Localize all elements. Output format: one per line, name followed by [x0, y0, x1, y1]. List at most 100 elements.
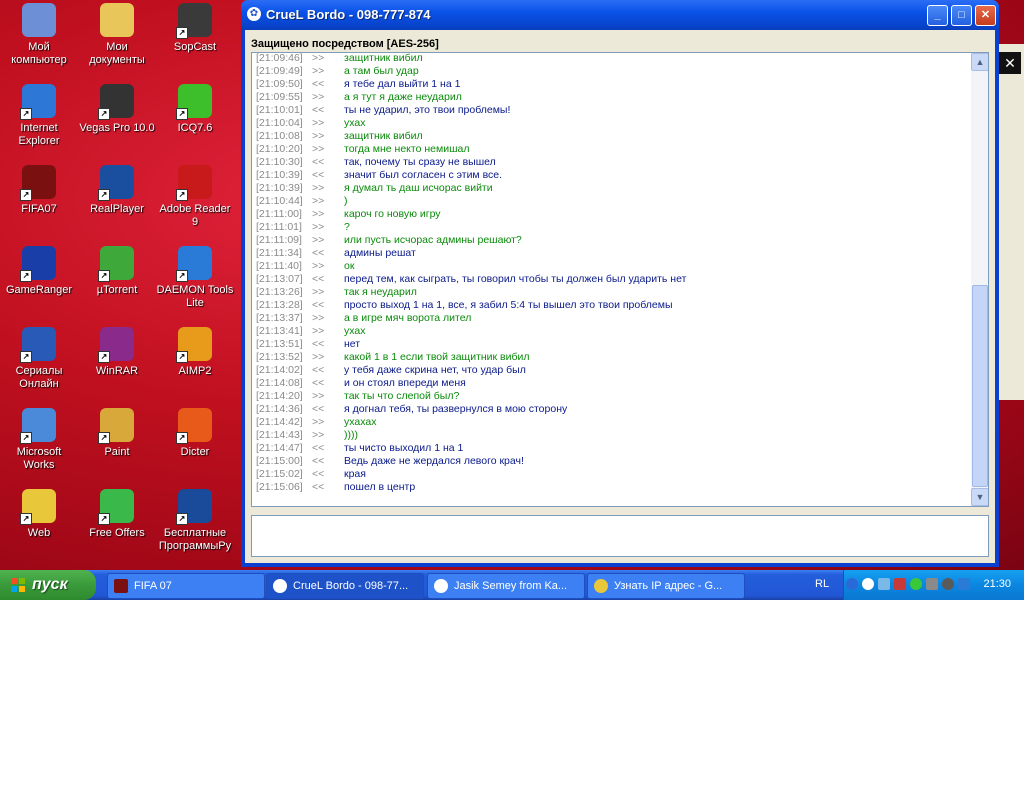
shortcut-label: Vegas Pro 10.0 [79, 122, 155, 134]
shortcut-arrow-icon: ↗ [98, 432, 110, 444]
chevron-left-icon[interactable] [846, 578, 858, 590]
message-direction: << [312, 78, 325, 90]
desktop-shortcut[interactable]: ↗ ICQ7.6 [156, 84, 234, 135]
desktop-shortcut[interactable]: ↗ µTorrent [78, 246, 156, 297]
message-timestamp: [21:11:00] [256, 208, 302, 220]
desktop-shortcut[interactable]: ↗ Vegas Pro 10.0 [78, 84, 156, 135]
message-direction: >> [312, 65, 325, 77]
shortcut-arrow-icon: ↗ [20, 513, 32, 525]
chat-message: [21:14:42] >> ухахах [252, 416, 970, 429]
shortcut-arrow-icon: ↗ [20, 189, 32, 201]
network-icon[interactable] [878, 578, 890, 590]
desktop-shortcut[interactable]: ↗ WinRAR [78, 327, 156, 378]
message-text: а в игре мяч ворота лител [344, 312, 472, 324]
scroll-up-icon[interactable]: ▲ [971, 53, 988, 71]
background-window-fragment[interactable]: ✕ [998, 44, 1024, 400]
message-timestamp: [21:11:09] [256, 234, 302, 246]
icq-tray-icon[interactable] [910, 578, 922, 590]
taskbar-button-label: FIFA 07 [134, 580, 172, 592]
minimize-button[interactable]: _ [927, 5, 948, 26]
taskbar-button[interactable]: Узнать IP адрес - G... [587, 573, 745, 599]
taskbar-button[interactable]: CrueL Bordo - 098-77... [266, 573, 424, 599]
language-indicator[interactable]: RL [815, 578, 829, 590]
dicter-icon: ↗ [176, 408, 212, 444]
taskbar-button[interactable]: FIFA 07 [107, 573, 265, 599]
clock[interactable]: 21:30 [983, 578, 1011, 590]
gift-icon: ↗ [98, 489, 134, 525]
desktop-shortcut[interactable]: ↗ GameRanger [0, 246, 78, 297]
shortcut-label: Adobe Reader 9 [159, 203, 231, 228]
message-direction: << [312, 377, 325, 389]
shortcut-label: µTorrent [96, 284, 138, 296]
message-text: ок [344, 260, 355, 272]
desktop-shortcut[interactable]: ↗ Adobe Reader 9 [156, 165, 234, 229]
taskbar-button-label: CrueL Bordo - 098-77... [293, 580, 409, 592]
desktop-shortcut[interactable]: ↗ Бесплатные ПрограммыРу [156, 489, 234, 553]
message-timestamp: [21:14:43] [256, 429, 303, 441]
shortcut-label: GameRanger [5, 284, 73, 296]
safely-remove-icon[interactable] [958, 578, 970, 590]
scroll-thumb[interactable] [972, 285, 988, 487]
message-text: Ведь даже не жердался левого крач! [344, 455, 524, 467]
chat-message: [21:13:26] >> так я неударил [252, 286, 970, 299]
desktop-shortcut[interactable]: ↗ Сериалы Онлайн [0, 327, 78, 391]
vegas-pro-icon: ↗ [98, 84, 134, 120]
message-direction: << [312, 481, 325, 493]
close-icon[interactable]: ✕ [999, 52, 1021, 74]
desktop-shortcut[interactable]: Мои документы [78, 3, 156, 67]
maximize-button[interactable]: □ [951, 5, 972, 26]
encryption-label: Защищено посредством [AES-256] [251, 38, 439, 50]
desktop-shortcut[interactable]: ↗ SopCast [156, 3, 234, 54]
message-text: а я тут я даже неударил [344, 91, 462, 103]
chat-message: [21:14:02] << у тебя даже скрина нет, что … [252, 364, 970, 377]
shortcut-label: Мои документы [89, 41, 145, 66]
message-text: ) [344, 195, 348, 207]
close-button[interactable]: ✕ [975, 5, 996, 26]
desktop-shortcut[interactable]: ↗ Web [0, 489, 78, 540]
desktop-shortcut[interactable]: ↗ Microsoft Works [0, 408, 78, 472]
shortcut-label: WinRAR [95, 365, 139, 377]
vertical-scrollbar[interactable]: ▲ ▼ [971, 53, 988, 506]
monitor-icon[interactable] [926, 578, 938, 590]
message-direction: << [312, 468, 325, 480]
chat-message: [21:14:43] >>)))) [252, 429, 970, 442]
message-direction: >> [312, 221, 325, 233]
chat-message: [21:14:20] >> так ты что слепой был? [252, 390, 970, 403]
title-bar[interactable]: ✿ CrueL Bordo - 098-777-874 _ □ ✕ [241, 0, 999, 30]
desktop-shortcut[interactable]: ↗ Internet Explorer [0, 84, 78, 148]
message-direction: >> [312, 429, 325, 441]
scroll-down-icon[interactable]: ▼ [971, 488, 988, 506]
chat-message: [21:15:02] << края [252, 468, 970, 481]
volume-muted-icon[interactable] [894, 578, 906, 590]
winrar-icon: ↗ [98, 327, 134, 363]
chat-log[interactable]: [21:09:46] >> защитник вибил [21:09:49] >> а … [251, 52, 989, 507]
desktop-shortcut[interactable]: ↗ RealPlayer [78, 165, 156, 216]
taskbar-button[interactable]: Jasik Semey from Ka... [427, 573, 585, 599]
qip-icon [273, 579, 287, 593]
shortcut-arrow-icon: ↗ [20, 270, 32, 282]
message-text: админы решат [344, 247, 416, 259]
message-input[interactable] [251, 515, 989, 557]
desktop-shortcut[interactable]: ↗ Dicter [156, 408, 234, 459]
chat-message: [21:09:46] >> защитник вибил [252, 53, 970, 65]
tray-app-icon[interactable] [942, 578, 954, 590]
desktop-shortcut[interactable]: ↗ AIMP2 [156, 327, 234, 378]
desktop-shortcut[interactable]: Мой компьютер [0, 3, 78, 67]
message-timestamp: [21:13:51] [256, 338, 303, 350]
shortcut-label: AIMP2 [178, 365, 212, 377]
desktop-shortcut[interactable]: ↗ DAEMON Tools Lite [156, 246, 234, 310]
shortcut-label: SopCast [173, 41, 217, 53]
desktop-shortcut[interactable]: ↗ Paint [78, 408, 156, 459]
desktop-shortcut[interactable]: ↗ Free Offers [78, 489, 156, 540]
qip-tray-icon[interactable] [862, 578, 874, 590]
message-text: нет [344, 338, 361, 350]
shortcut-arrow-icon: ↗ [98, 270, 110, 282]
message-text: ухах [344, 325, 366, 337]
gameranger-icon: ↗ [20, 246, 56, 282]
shortcut-arrow-icon: ↗ [20, 351, 32, 363]
message-timestamp: [21:10:39] [256, 182, 303, 194]
message-text: ухах [344, 117, 366, 129]
start-button[interactable]: пуск [0, 570, 96, 600]
desktop-shortcut[interactable]: ↗ FIFA07 [0, 165, 78, 216]
shortcut-arrow-icon: ↗ [176, 270, 188, 282]
